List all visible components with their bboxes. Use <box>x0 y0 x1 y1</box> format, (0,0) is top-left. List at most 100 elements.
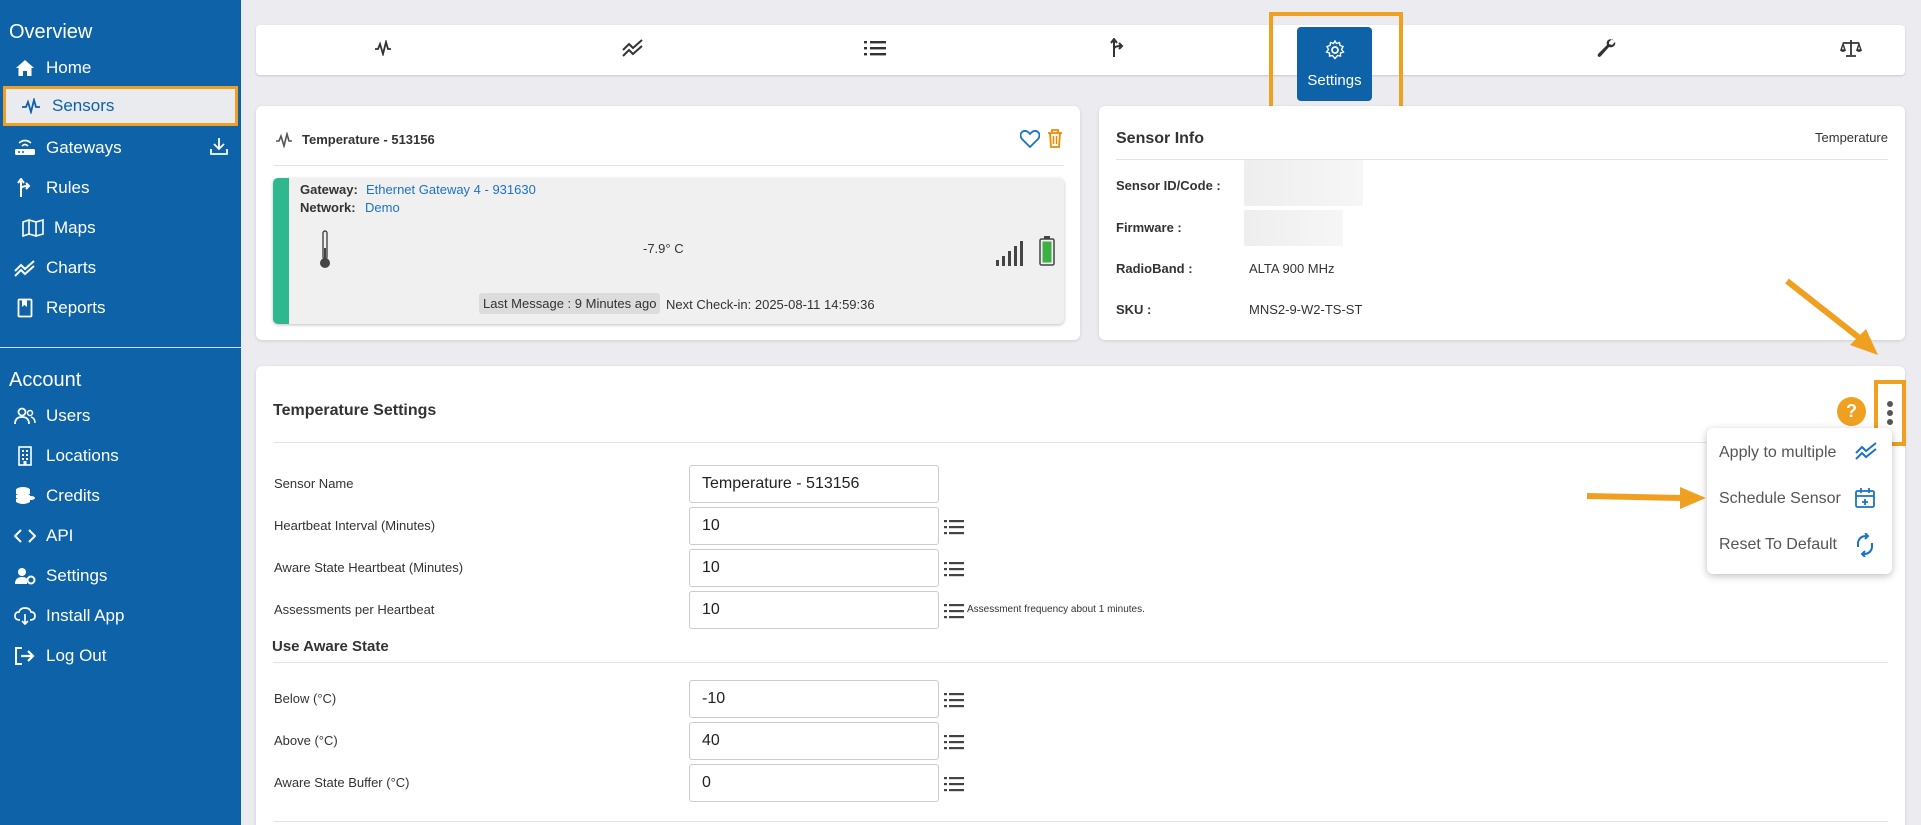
tab-calibrate[interactable] <box>1821 25 1881 75</box>
sidebar-item-settings[interactable]: Settings <box>0 556 241 596</box>
sensor-toolbar <box>256 25 1905 75</box>
tab-charts[interactable] <box>603 25 663 75</box>
gateway-link[interactable]: Ethernet Gateway 4 - 931630 <box>366 182 536 197</box>
calendar-plus-icon <box>1854 487 1878 511</box>
rules-icon <box>14 177 36 199</box>
radioband-value: ALTA 900 MHz <box>1249 261 1335 276</box>
help-button[interactable]: ? <box>1837 397 1866 426</box>
router-icon <box>14 137 36 159</box>
battery-icon <box>1039 236 1055 271</box>
tab-tools[interactable] <box>1576 25 1636 75</box>
below-input[interactable] <box>689 680 939 718</box>
report-icon <box>14 297 36 319</box>
list-icon[interactable] <box>942 688 966 712</box>
assessments-input[interactable] <box>689 591 939 629</box>
trash-icon[interactable] <box>1047 129 1063 153</box>
tab-settings[interactable]: Settings <box>1297 27 1372 101</box>
chart-icon <box>14 257 36 279</box>
network-link[interactable]: Demo <box>365 200 400 215</box>
network-label: Network: <box>300 200 356 215</box>
sidebar-item-maps[interactable]: Maps <box>0 208 241 248</box>
above-input[interactable] <box>689 722 939 760</box>
sidebar-item-charts[interactable]: Charts <box>0 248 241 288</box>
chart-icon <box>1854 441 1878 465</box>
menu-item-label: Schedule Sensor <box>1719 490 1841 507</box>
sensor-id-label: Sensor ID/Code : <box>1116 178 1221 193</box>
aware-heartbeat-label: Aware State Heartbeat (Minutes) <box>274 560 464 575</box>
wrench-icon <box>1596 38 1616 63</box>
sidebar-item-label: Sensors <box>52 96 115 115</box>
sidebar-item-install-app[interactable]: Install App <box>0 596 241 636</box>
overview-heading: Overview <box>9 21 93 43</box>
divider <box>273 442 1888 443</box>
heartbeat-interval-input[interactable] <box>689 507 939 545</box>
sku-value: MNS2-9-W2-TS-ST <box>1249 302 1363 317</box>
sidebar-item-sensors[interactable]: Sensors <box>3 86 238 126</box>
sidebar-item-label: Home <box>46 58 92 77</box>
menu-item-schedule-sensor[interactable]: Schedule Sensor <box>1707 477 1892 521</box>
kebab-dot <box>1887 410 1893 416</box>
sidebar-item-label: Install App <box>46 606 125 625</box>
sidebar-item-home[interactable]: Home <box>0 48 241 88</box>
sidebar-item-logout[interactable]: Log Out <box>0 636 241 676</box>
assessment-hint: Assessment frequency about 1 minutes. <box>967 604 1145 615</box>
scale-icon <box>1840 39 1862 62</box>
tab-history[interactable] <box>845 25 905 75</box>
sensor-card: Temperature - 513156 Gateway: Ethernet G… <box>256 106 1080 340</box>
menu-item-label: Reset To Default <box>1719 536 1837 553</box>
sensor-name-label: Sensor Name <box>274 476 354 491</box>
divider <box>1116 159 1888 160</box>
aware-buffer-input[interactable] <box>689 764 939 802</box>
next-checkin: Next Check-in: 2025-08-11 14:59:36 <box>666 297 875 312</box>
pulse-icon <box>374 38 392 61</box>
list-icon[interactable] <box>942 515 966 539</box>
sidebar-item-gateways[interactable]: Gateways <box>0 128 241 168</box>
sidebar-item-credits[interactable]: Credits <box>0 476 241 516</box>
rules-icon <box>1110 36 1126 63</box>
list-icon[interactable] <box>942 599 966 623</box>
sidebar-item-label: Users <box>46 406 91 425</box>
above-label: Above (°C) <box>274 733 338 748</box>
download-icon[interactable] <box>209 136 229 161</box>
sidebar-item-label: Charts <box>46 258 97 277</box>
firmware-label: Firmware : <box>1116 220 1182 235</box>
list-icon <box>864 40 886 61</box>
list-icon[interactable] <box>942 772 966 796</box>
menu-item-label: Apply to multiple <box>1719 444 1837 461</box>
list-icon[interactable] <box>942 557 966 581</box>
sidebar-item-label: Log Out <box>46 646 107 665</box>
sidebar-item-label: API <box>46 526 74 545</box>
sidebar-item-reports[interactable]: Reports <box>0 288 241 328</box>
sidebar-item-label: Credits <box>46 486 100 505</box>
sidebar-item-users[interactable]: Users <box>0 396 241 436</box>
assessments-label: Assessments per Heartbeat <box>274 602 435 617</box>
settings-title: Temperature Settings <box>273 402 437 419</box>
sku-label: SKU : <box>1116 302 1152 317</box>
list-icon[interactable] <box>942 730 966 754</box>
sidebar-item-locations[interactable]: Locations <box>0 436 241 476</box>
sensor-title: Temperature - 513156 <box>302 132 435 147</box>
pulse-icon <box>275 130 293 153</box>
tab-overview[interactable] <box>353 25 413 75</box>
last-message-badge: Last Message : 9 Minutes ago <box>479 293 661 314</box>
aware-heartbeat-input[interactable] <box>689 549 939 587</box>
sidebar-item-rules[interactable]: Rules <box>0 168 241 208</box>
divider <box>273 821 1888 822</box>
sidebar-item-label: Rules <box>46 178 90 197</box>
tab-rules[interactable] <box>1088 25 1148 75</box>
sensor-tile[interactable]: Gateway: Ethernet Gateway 4 - 931630 Net… <box>273 178 1064 324</box>
kebab-dot <box>1887 419 1893 425</box>
building-icon <box>14 445 36 467</box>
annotation-arrow-schedule <box>1586 487 1706 509</box>
coins-icon <box>14 485 36 507</box>
sidebar-item-label: Settings <box>46 566 108 585</box>
kebab-dot <box>1887 401 1893 407</box>
pulse-icon <box>20 95 42 117</box>
menu-item-apply-multiple[interactable]: Apply to multiple <box>1707 431 1892 475</box>
sensor-name-input[interactable] <box>689 465 939 503</box>
heartbeat-interval-label: Heartbeat Interval (Minutes) <box>274 518 436 533</box>
user-gear-icon <box>14 565 36 587</box>
sidebar-item-api[interactable]: API <box>0 516 241 556</box>
menu-item-reset-default[interactable]: Reset To Default <box>1707 523 1892 567</box>
heart-icon[interactable] <box>1019 129 1041 153</box>
